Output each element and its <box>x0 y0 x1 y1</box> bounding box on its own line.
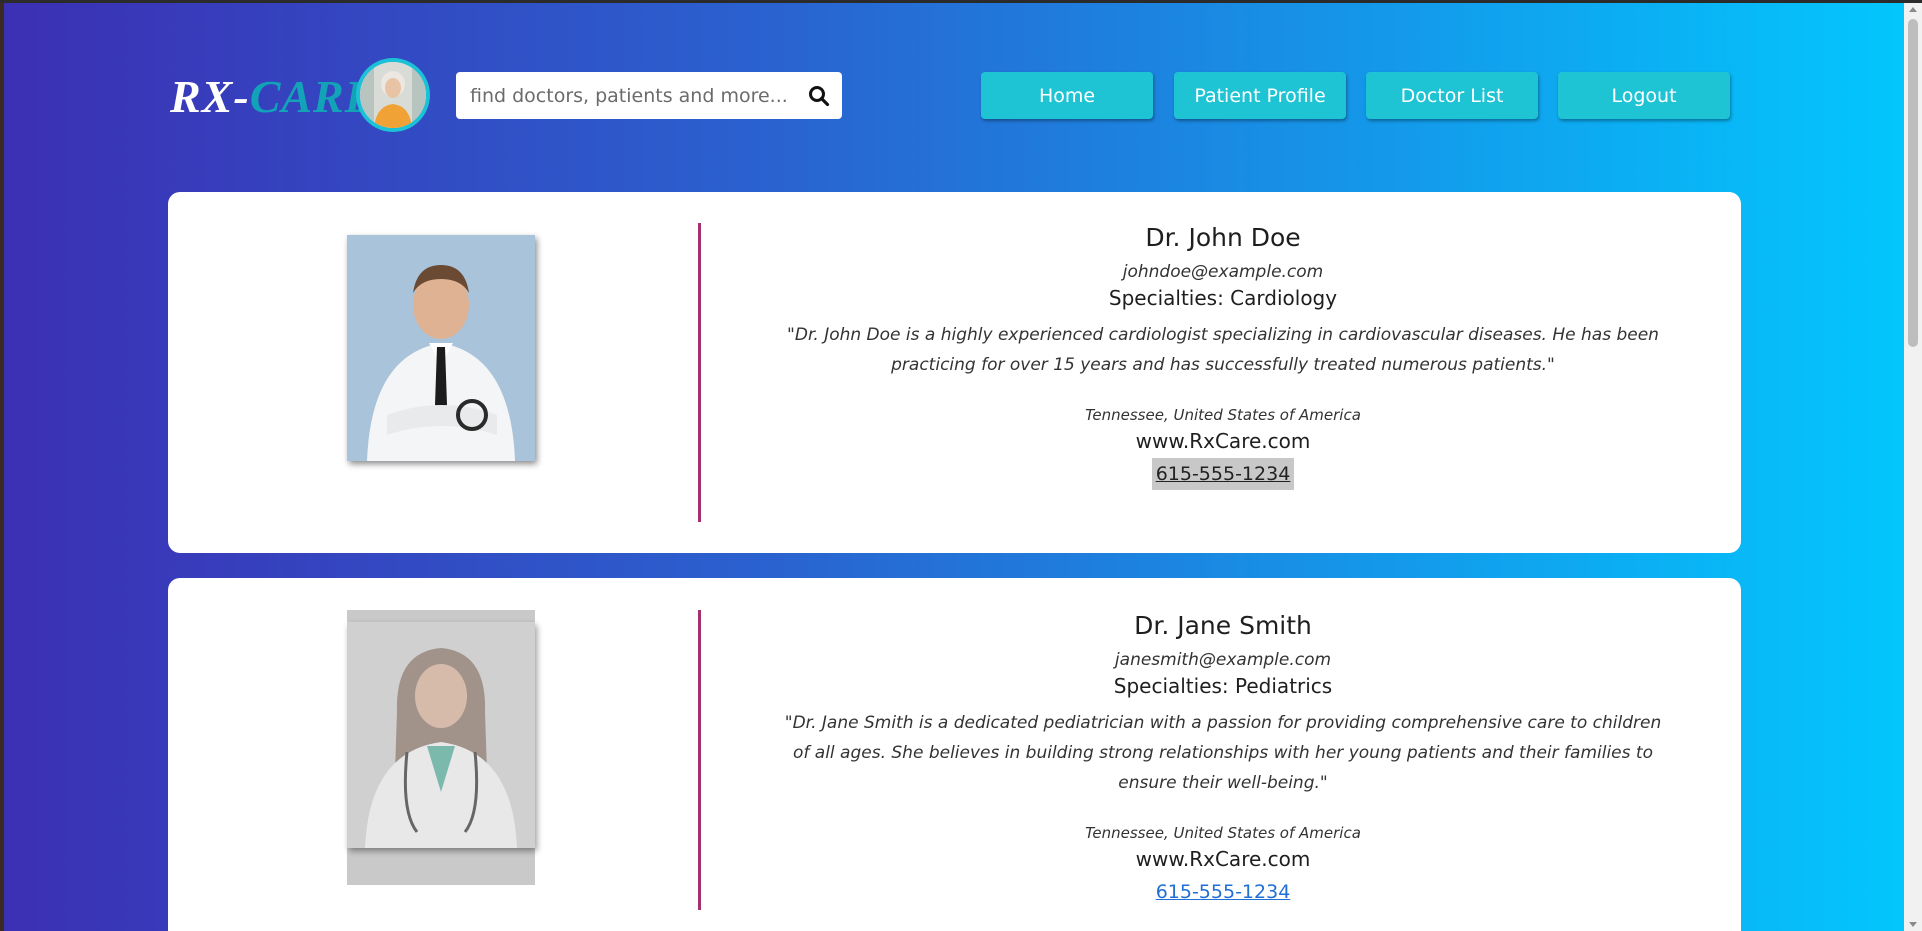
doctor-bio: "Dr. Jane Smith is a dedicated pediatric… <box>784 713 1662 793</box>
doctor-card: Dr. Jane Smith janesmith@example.com Spe… <box>168 578 1741 931</box>
doctor-name: Dr. Jane Smith <box>1134 611 1312 640</box>
search-bar <box>456 72 842 119</box>
doctor-card: Dr. John Doe johndoe@example.com Special… <box>168 192 1741 553</box>
scroll-up-icon[interactable] <box>1909 7 1917 12</box>
scrollbar-thumb[interactable] <box>1908 19 1918 347</box>
doctor-phone-link[interactable]: 615-555-1234 <box>1152 876 1295 908</box>
doctor-website: www.RxCare.com <box>1135 847 1311 871</box>
nav-patient-profile-button[interactable]: Patient Profile <box>1174 72 1346 119</box>
doctor-name: Dr. John Doe <box>1145 223 1301 252</box>
doctor-info: Dr. John Doe johndoe@example.com Special… <box>758 220 1688 490</box>
doctor-email: janesmith@example.com <box>1114 650 1332 670</box>
search-input[interactable] <box>470 72 790 119</box>
logo[interactable]: RX-CARE <box>170 70 376 123</box>
card-divider <box>698 610 701 910</box>
doctor-bio: "Dr. John Doe is a highly experienced ca… <box>787 325 1659 375</box>
avatar-photo <box>360 62 426 128</box>
window-top-border <box>0 0 1922 3</box>
doctor-specialties: Specialties: Pediatrics <box>1113 674 1333 698</box>
user-avatar[interactable] <box>356 58 430 132</box>
nav-home-button[interactable]: Home <box>981 72 1153 119</box>
doctor-location: Tennessee, United States of America <box>1085 406 1361 424</box>
doctor-specialties: Specialties: Cardiology <box>1108 286 1338 310</box>
doctor-website: www.RxCare.com <box>1135 429 1311 453</box>
page-scrollbar[interactable] <box>1904 3 1922 931</box>
doctor-email: johndoe@example.com <box>1122 262 1324 282</box>
window-left-edge <box>0 3 4 931</box>
nav-doctor-list-button[interactable]: Doctor List <box>1366 72 1538 119</box>
doctor-photo <box>347 235 535 461</box>
nav-logout-button[interactable]: Logout <box>1558 72 1730 119</box>
card-divider <box>698 223 701 522</box>
doctor-location: Tennessee, United States of America <box>1085 824 1361 842</box>
doctor-photo <box>347 622 535 848</box>
doctor-info: Dr. Jane Smith janesmith@example.com Spe… <box>758 608 1688 908</box>
logo-rx: RX- <box>170 71 250 122</box>
search-icon[interactable] <box>808 85 830 107</box>
scroll-down-icon[interactable] <box>1909 922 1917 927</box>
doctor-phone-link[interactable]: 615-555-1234 <box>1151 458 1295 490</box>
